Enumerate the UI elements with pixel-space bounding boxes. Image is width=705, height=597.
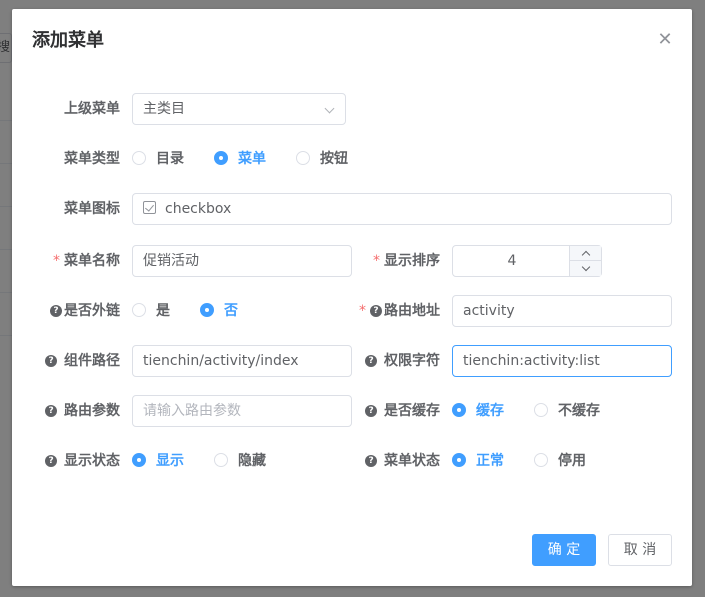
- radio-label: 正常: [476, 453, 504, 469]
- is-cache-label: ? 是否缓存: [362, 395, 440, 427]
- radio-is-frame-yes[interactable]: 是: [132, 295, 170, 327]
- radio-status-normal[interactable]: 正常: [452, 445, 504, 477]
- radio-dot: [132, 151, 146, 165]
- chevron-down-icon: [324, 103, 335, 114]
- menu-type-label: 菜单类型: [64, 151, 120, 167]
- radio-dot: [214, 151, 228, 165]
- radio-no-cache[interactable]: 不缓存: [534, 395, 600, 427]
- radio-dot: [132, 303, 146, 317]
- is-frame-label: ? 是否外链: [42, 295, 120, 327]
- parent-menu-value: 主类目: [143, 101, 185, 117]
- is-frame-label-text: 是否外链: [64, 303, 120, 319]
- perms-label-text: 权限字符: [384, 353, 440, 369]
- form-row-parent: 上级菜单 主类目: [12, 93, 692, 125]
- form-row-visible-status: ? 显示状态 显示 隐藏 ? 菜单状态 正常 停用: [12, 445, 692, 477]
- form-row-menu-type: 菜单类型 目录 菜单 按钮: [12, 143, 692, 175]
- radio-dot: [452, 453, 466, 467]
- question-icon[interactable]: ?: [365, 405, 378, 417]
- component-label-text: 组件路径: [64, 353, 120, 369]
- visible-label-text: 显示状态: [64, 453, 120, 469]
- radio-label: 显示: [156, 453, 184, 469]
- query-placeholder: 请输入路由参数: [143, 403, 241, 419]
- radio-visible-show[interactable]: 显示: [132, 445, 184, 477]
- question-icon[interactable]: ?: [45, 455, 58, 467]
- query-label: ? 路由参数: [42, 395, 120, 427]
- perms-input[interactable]: tienchin:activity:list: [452, 345, 672, 377]
- increase-button[interactable]: [570, 246, 601, 261]
- order-label: * 显示排序: [362, 245, 440, 277]
- order-number-input[interactable]: 4: [452, 245, 602, 277]
- query-input[interactable]: 请输入路由参数: [132, 395, 352, 427]
- radio-label: 是: [156, 303, 170, 319]
- cancel-button[interactable]: 取 消: [608, 534, 672, 566]
- form-row-query-cache: ? 路由参数 请输入路由参数 ? 是否缓存 缓存 不缓存: [12, 395, 692, 427]
- radio-dot: [296, 151, 310, 165]
- confirm-button[interactable]: 确 定: [532, 534, 596, 566]
- radio-label: 不缓存: [558, 403, 600, 419]
- form-row-component-perms: ? 组件路径 tienchin/activity/index ? 权限字符 ti…: [12, 345, 692, 377]
- radio-menu-type-directory[interactable]: 目录: [132, 143, 184, 175]
- radio-dot: [200, 303, 214, 317]
- required-mark: *: [53, 253, 60, 269]
- question-icon[interactable]: ?: [45, 405, 58, 417]
- parent-menu-select[interactable]: 主类目: [132, 93, 346, 125]
- chevron-up-icon: [581, 250, 591, 260]
- radio-dot: [534, 403, 548, 417]
- order-label-text: 显示排序: [384, 253, 440, 269]
- component-label: ? 组件路径: [42, 345, 120, 377]
- menu-name-input[interactable]: 促销活动: [132, 245, 352, 277]
- radio-visible-hide[interactable]: 隐藏: [214, 445, 266, 477]
- order-stepper: [569, 246, 601, 276]
- question-icon[interactable]: ?: [45, 355, 58, 367]
- path-input[interactable]: activity: [452, 295, 672, 327]
- add-menu-dialog: 添加菜单 ✕ 上级菜单 主类目 菜单类型 目录 菜单 按钮 菜单图标 check…: [12, 9, 692, 586]
- radio-dot: [452, 403, 466, 417]
- radio-is-frame-no[interactable]: 否: [200, 295, 238, 327]
- status-label: ? 菜单状态: [362, 445, 440, 477]
- radio-label: 否: [224, 303, 238, 319]
- radio-label: 目录: [156, 151, 184, 167]
- dialog-title: 添加菜单: [32, 30, 104, 51]
- order-value[interactable]: 4: [453, 246, 571, 276]
- radio-dot: [214, 453, 228, 467]
- chevron-down-icon: [581, 262, 591, 272]
- path-label: *? 路由地址: [342, 295, 440, 327]
- parent-label: 上级菜单: [64, 101, 120, 117]
- decrease-button[interactable]: [570, 261, 601, 276]
- form-row-frame-path: ? 是否外链 是 否 *? 路由地址 activity: [12, 295, 692, 327]
- question-icon[interactable]: ?: [370, 305, 382, 317]
- question-icon[interactable]: ?: [50, 305, 62, 317]
- radio-menu-type-menu[interactable]: 菜单: [214, 143, 266, 175]
- radio-label: 菜单: [238, 151, 266, 167]
- radio-label: 隐藏: [238, 453, 266, 469]
- required-mark: *: [373, 253, 380, 269]
- form-row-menu-icon: 菜单图标 checkbox: [12, 193, 692, 225]
- menu-icon-input[interactable]: checkbox: [132, 193, 672, 225]
- question-icon[interactable]: ?: [365, 355, 378, 367]
- perms-label: ? 权限字符: [362, 345, 440, 377]
- component-input[interactable]: tienchin/activity/index: [132, 345, 352, 377]
- menu-name-label-text: 菜单名称: [64, 253, 120, 269]
- radio-cache[interactable]: 缓存: [452, 395, 504, 427]
- radio-label: 按钮: [320, 151, 348, 167]
- form-row-name-order: * 菜单名称 促销活动 * 显示排序 4: [12, 245, 692, 277]
- status-label-text: 菜单状态: [384, 453, 440, 469]
- radio-menu-type-button[interactable]: 按钮: [296, 143, 348, 175]
- radio-label: 缓存: [476, 403, 504, 419]
- query-label-text: 路由参数: [64, 403, 120, 419]
- menu-icon-value: checkbox: [165, 201, 232, 217]
- radio-dot: [132, 453, 146, 467]
- question-icon[interactable]: ?: [365, 455, 378, 467]
- menu-name-label: * 菜单名称: [42, 245, 120, 277]
- menu-icon-label: 菜单图标: [64, 201, 120, 217]
- radio-label: 停用: [558, 453, 586, 469]
- radio-status-disabled[interactable]: 停用: [534, 445, 586, 477]
- path-label-text: 路由地址: [384, 303, 440, 319]
- radio-dot: [534, 453, 548, 467]
- required-mark: *: [359, 303, 366, 319]
- close-icon[interactable]: ✕: [656, 31, 674, 49]
- visible-label: ? 显示状态: [42, 445, 120, 477]
- is-cache-label-text: 是否缓存: [384, 403, 440, 419]
- checkbox-icon: [143, 201, 156, 214]
